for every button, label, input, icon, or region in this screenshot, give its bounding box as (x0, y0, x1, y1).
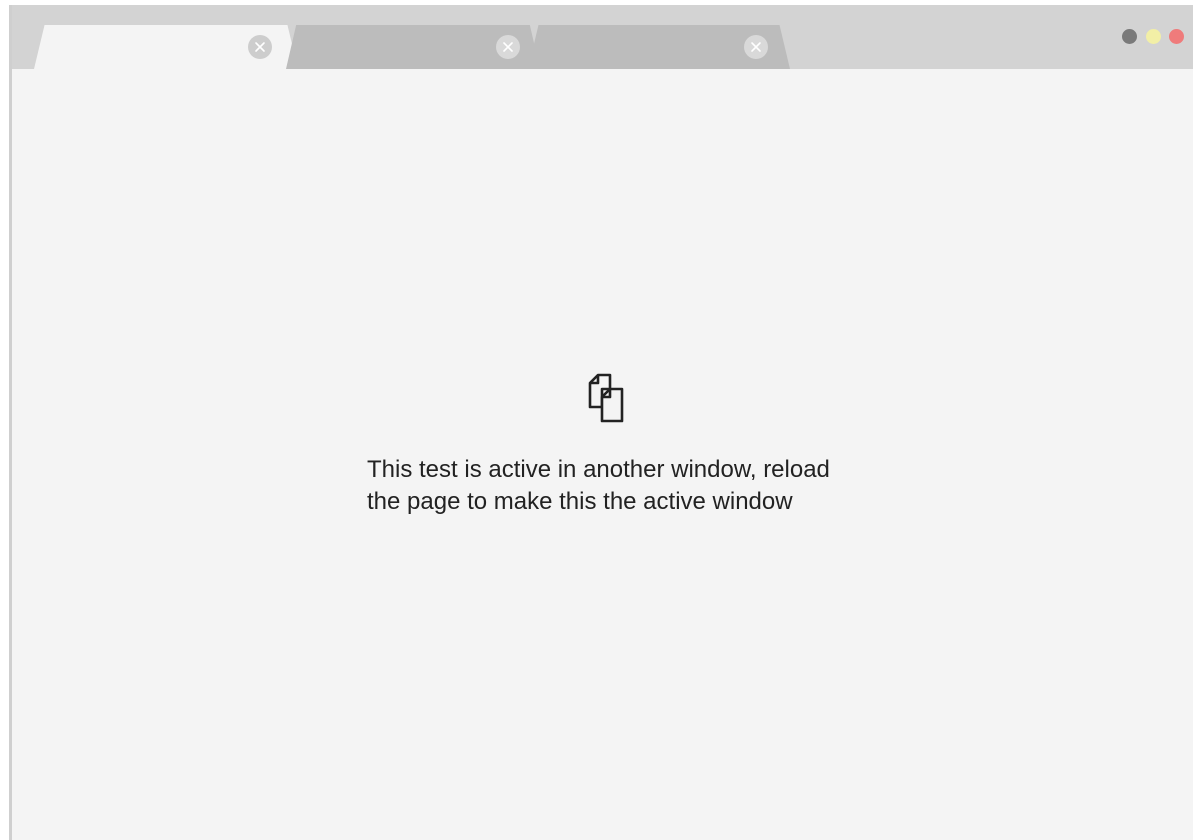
close-icon (255, 42, 265, 52)
page-content: This test is active in another window, r… (12, 69, 1193, 840)
window-control-yellow[interactable] (1146, 29, 1161, 44)
browser-window: This test is active in another window, r… (9, 5, 1193, 840)
window-control-red[interactable] (1169, 29, 1184, 44)
tab-3-close-button[interactable] (744, 35, 768, 59)
window-control-grey[interactable] (1122, 29, 1137, 44)
close-icon (503, 42, 513, 52)
tab-1[interactable] (34, 25, 298, 69)
tab-2-close-button[interactable] (496, 35, 520, 59)
tab-bar (12, 5, 1193, 69)
close-icon (751, 42, 761, 52)
duplicate-documents-icon (588, 373, 624, 423)
tab-2[interactable] (286, 25, 540, 69)
status-message: This test is active in another window, r… (367, 456, 830, 515)
tab-1-close-button[interactable] (248, 35, 272, 59)
tab-3[interactable] (528, 25, 790, 69)
